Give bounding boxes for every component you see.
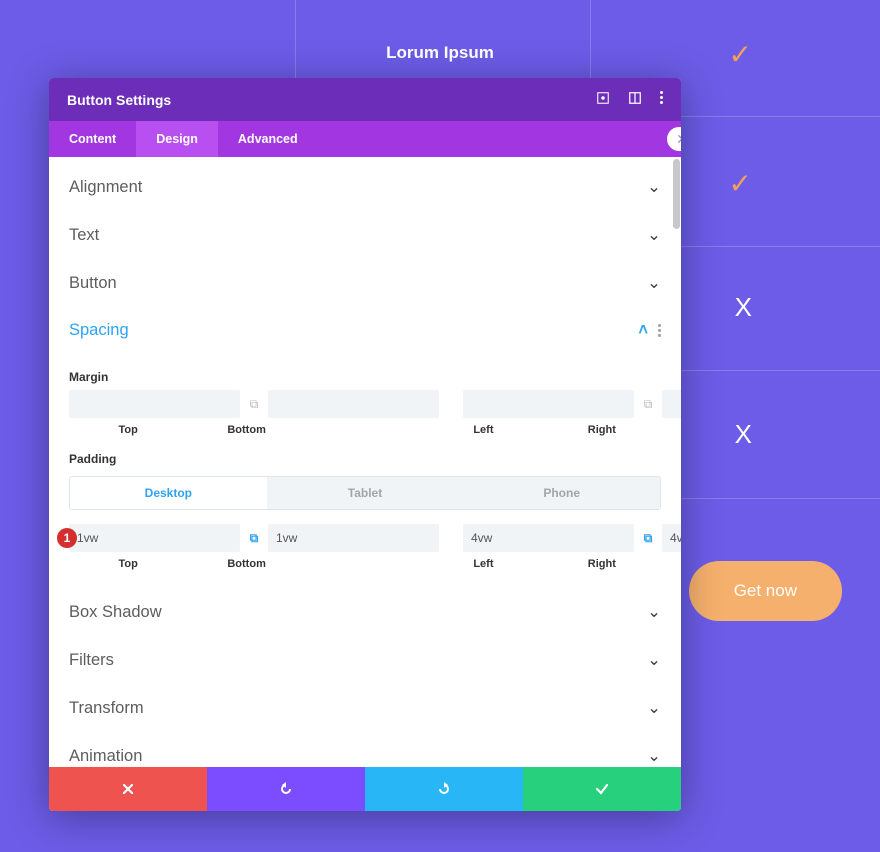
section-label: Spacing: [69, 321, 129, 340]
margin-inputs: ⧉ ⧉: [69, 390, 661, 418]
chevron-down-icon: ⌄: [647, 698, 661, 718]
padding-inputs: 1 ⧉ ⧉: [69, 524, 661, 552]
panel-body: Alignment ⌄ Text ⌄ Button ⌄ Spacing ˄ Ma…: [49, 157, 681, 767]
button-settings-panel: Button Settings Content Design Advanced …: [49, 78, 681, 811]
device-tablet[interactable]: Tablet: [267, 477, 464, 509]
chevron-down-icon: ⌄: [647, 177, 661, 197]
link-icon[interactable]: ⧉: [638, 390, 658, 418]
sublabel-top: Top: [69, 558, 187, 570]
section-filters[interactable]: Filters ⌄: [49, 636, 681, 684]
section-spacing[interactable]: Spacing ˄: [49, 307, 681, 354]
section-alignment[interactable]: Alignment ⌄: [49, 163, 681, 211]
device-tabs: Desktop Tablet Phone: [69, 476, 661, 510]
sublabel-bottom: Bottom: [187, 424, 305, 436]
device-phone[interactable]: Phone: [463, 477, 660, 509]
kebab-icon[interactable]: [660, 91, 663, 108]
section-box-shadow[interactable]: Box Shadow ⌄: [49, 588, 681, 636]
margin-right-input[interactable]: [662, 390, 681, 418]
sublabel-top: Top: [69, 424, 187, 436]
section-label: Button: [69, 274, 117, 293]
chevron-down-icon: ⌄: [647, 650, 661, 670]
margin-label: Margin: [69, 370, 661, 384]
padding-right-input[interactable]: [662, 524, 681, 552]
section-label: Box Shadow: [69, 603, 162, 622]
tab-advanced[interactable]: Advanced: [218, 121, 318, 157]
x-icon: X: [735, 419, 752, 450]
chevron-down-icon: ⌄: [647, 746, 661, 766]
padding-bottom-input[interactable]: [268, 524, 439, 552]
spacing-body: Margin ⧉ ⧉ Top Bottom Left Ri: [49, 358, 681, 588]
sublabel-left: Left: [424, 424, 542, 436]
x-icon: X: [735, 292, 752, 323]
device-desktop[interactable]: Desktop: [70, 477, 267, 509]
kebab-icon[interactable]: [658, 324, 661, 337]
panel-title: Button Settings: [67, 92, 171, 108]
tabs: Content Design Advanced ✕: [49, 121, 681, 157]
panel-footer-buttons: [49, 767, 681, 811]
expand-icon[interactable]: [596, 91, 610, 108]
sublabel-right: Right: [543, 424, 661, 436]
padding-label: Padding: [69, 452, 661, 466]
section-label: Animation: [69, 747, 142, 766]
panel-header[interactable]: Button Settings: [49, 78, 681, 121]
section-label: Filters: [69, 651, 114, 670]
padding-top-input[interactable]: [69, 524, 240, 552]
padding-left-input[interactable]: [463, 524, 634, 552]
section-text[interactable]: Text ⌄: [49, 211, 681, 259]
step-badge: 1: [57, 528, 77, 548]
close-icon[interactable]: ✕: [667, 127, 681, 151]
sublabel-right: Right: [543, 558, 661, 570]
section-label: Transform: [69, 699, 144, 718]
margin-top-input[interactable]: [69, 390, 240, 418]
undo-button[interactable]: [207, 767, 365, 811]
link-icon[interactable]: ⧉: [244, 524, 264, 552]
sublabel-bottom: Bottom: [187, 558, 305, 570]
get-now-button[interactable]: Get now: [689, 561, 842, 621]
section-label: Alignment: [69, 178, 142, 197]
link-icon[interactable]: ⧉: [244, 390, 264, 418]
margin-bottom-input[interactable]: [268, 390, 439, 418]
cancel-button[interactable]: [49, 767, 207, 811]
link-icon[interactable]: ⧉: [638, 524, 658, 552]
chevron-down-icon: ⌄: [647, 602, 661, 622]
tab-design[interactable]: Design: [136, 121, 218, 157]
scrollbar-thumb[interactable]: [673, 159, 680, 229]
section-button[interactable]: Button ⌄: [49, 259, 681, 307]
tab-content[interactable]: Content: [49, 121, 136, 157]
chevron-up-icon: ˄: [638, 321, 648, 340]
check-icon: ✓: [729, 167, 752, 200]
sublabel-left: Left: [424, 558, 542, 570]
redo-button[interactable]: [365, 767, 523, 811]
chevron-down-icon: ⌄: [647, 225, 661, 245]
check-icon: ✓: [729, 38, 752, 71]
columns-icon[interactable]: [628, 91, 642, 108]
margin-left-input[interactable]: [463, 390, 634, 418]
save-button[interactable]: [523, 767, 681, 811]
section-animation[interactable]: Animation ⌄: [49, 732, 681, 767]
section-transform[interactable]: Transform ⌄: [49, 684, 681, 732]
section-label: Text: [69, 226, 99, 245]
chevron-down-icon: ⌄: [647, 273, 661, 293]
